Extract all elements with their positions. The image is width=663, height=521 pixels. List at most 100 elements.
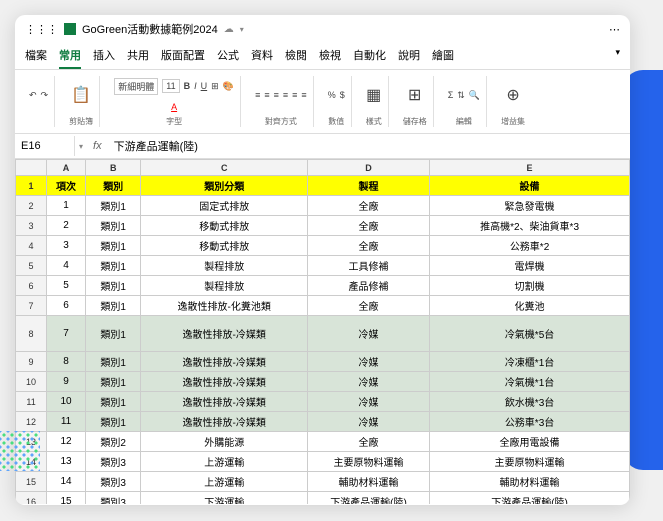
menu-insert[interactable]: 插入 bbox=[93, 43, 115, 69]
cell[interactable]: 5 bbox=[47, 276, 86, 296]
cell[interactable]: 全廠 bbox=[307, 236, 429, 256]
col-header-a[interactable]: A bbox=[47, 160, 86, 176]
cell[interactable]: 化糞池 bbox=[430, 296, 630, 316]
cells-icon[interactable]: ⊞ bbox=[408, 85, 421, 105]
cell[interactable]: 項次 bbox=[47, 176, 86, 196]
more-menu-icon[interactable]: ⋯ bbox=[609, 23, 620, 36]
cell[interactable]: 冷氣機*1台 bbox=[430, 372, 630, 392]
undo-icon[interactable]: ↶ bbox=[29, 90, 37, 101]
row-header[interactable]: 12 bbox=[16, 412, 47, 432]
cell[interactable]: 類別1 bbox=[85, 352, 141, 372]
sort-icon[interactable]: ⇅ bbox=[457, 90, 465, 101]
cell[interactable]: 類別2 bbox=[85, 432, 141, 452]
row-header[interactable]: 11 bbox=[16, 392, 47, 412]
menu-draw[interactable]: 繪圖 bbox=[432, 43, 454, 69]
ribbon-toggle-icon[interactable]: ▾ bbox=[615, 43, 620, 69]
cell[interactable]: 產品修補 bbox=[307, 276, 429, 296]
cell[interactable]: 3 bbox=[47, 236, 86, 256]
cell[interactable]: 電焊機 bbox=[430, 256, 630, 276]
find-icon[interactable]: 🔍 bbox=[469, 90, 480, 101]
addins-icon[interactable]: ⊕ bbox=[506, 85, 519, 105]
cell[interactable]: 6 bbox=[47, 296, 86, 316]
cell[interactable]: 輔助材料運輸 bbox=[307, 472, 429, 492]
row-header[interactable]: 6 bbox=[16, 276, 47, 296]
cell[interactable]: 類別1 bbox=[85, 412, 141, 432]
cell[interactable]: 冷媒 bbox=[307, 412, 429, 432]
cell[interactable]: 主要原物料運輸 bbox=[430, 452, 630, 472]
cell[interactable]: 類別1 bbox=[85, 236, 141, 256]
sum-icon[interactable]: Σ bbox=[448, 90, 454, 100]
cell[interactable]: 類別3 bbox=[85, 452, 141, 472]
row-header[interactable]: 8 bbox=[16, 316, 47, 352]
cell[interactable]: 類別1 bbox=[85, 296, 141, 316]
cell[interactable]: 製程排放 bbox=[141, 256, 308, 276]
cell[interactable]: 逸散性排放-冷媒類 bbox=[141, 352, 308, 372]
menu-help[interactable]: 說明 bbox=[398, 43, 420, 69]
menu-formula[interactable]: 公式 bbox=[217, 43, 239, 69]
currency-icon[interactable]: $ bbox=[340, 90, 345, 100]
menu-data[interactable]: 資料 bbox=[251, 43, 273, 69]
menu-home[interactable]: 常用 bbox=[59, 43, 81, 69]
cloud-icon[interactable]: ☁ bbox=[224, 24, 234, 35]
dropdown-icon[interactable]: ▾ bbox=[240, 25, 244, 34]
cell[interactable]: 類別3 bbox=[85, 472, 141, 492]
dropdown-icon[interactable]: ▾ bbox=[75, 142, 87, 151]
cell[interactable]: 類別1 bbox=[85, 276, 141, 296]
cell[interactable]: 冷氣機*5台 bbox=[430, 316, 630, 352]
fx-icon[interactable]: fx bbox=[87, 136, 108, 156]
border-icon[interactable]: ⊞ bbox=[211, 81, 219, 92]
cell[interactable]: 全廠 bbox=[307, 296, 429, 316]
filename[interactable]: GoGreen活動數據範例2024 bbox=[82, 21, 218, 37]
cell[interactable]: 外購能源 bbox=[141, 432, 308, 452]
cell[interactable]: 冷媒 bbox=[307, 372, 429, 392]
cell[interactable]: 緊急發電機 bbox=[430, 196, 630, 216]
cell[interactable]: 13 bbox=[47, 452, 86, 472]
cell[interactable]: 類別 bbox=[85, 176, 141, 196]
cell[interactable]: 移動式排放 bbox=[141, 236, 308, 256]
name-box[interactable]: E16 bbox=[15, 136, 75, 156]
row-header[interactable]: 7 bbox=[16, 296, 47, 316]
menu-automate[interactable]: 自動化 bbox=[353, 43, 386, 69]
cell[interactable]: 12 bbox=[47, 432, 86, 452]
row-header[interactable]: 2 bbox=[16, 196, 47, 216]
cell[interactable]: 類別1 bbox=[85, 392, 141, 412]
cell[interactable]: 10 bbox=[47, 392, 86, 412]
redo-icon[interactable]: ↷ bbox=[41, 90, 49, 101]
cell[interactable]: 製程排放 bbox=[141, 276, 308, 296]
cell[interactable]: 冷媒 bbox=[307, 352, 429, 372]
cell[interactable]: 類別1 bbox=[85, 196, 141, 216]
align-center-icon[interactable]: ≡ bbox=[292, 90, 297, 100]
menu-layout[interactable]: 版面配置 bbox=[161, 43, 205, 69]
align-left-icon[interactable]: ≡ bbox=[283, 90, 288, 100]
align-right-icon[interactable]: ≡ bbox=[301, 90, 306, 100]
formula-input[interactable]: 下游產品運輸(陸) bbox=[108, 134, 630, 158]
align-top-icon[interactable]: ≡ bbox=[255, 90, 260, 100]
menu-share[interactable]: 共用 bbox=[127, 43, 149, 69]
cell[interactable]: 全廠 bbox=[307, 432, 429, 452]
cell[interactable]: 全廠 bbox=[307, 216, 429, 236]
row-header[interactable]: 1 bbox=[16, 176, 47, 196]
cell[interactable]: 逸散性排放-冷媒類 bbox=[141, 392, 308, 412]
cell[interactable]: 上游運輸 bbox=[141, 472, 308, 492]
cell[interactable]: 工具修補 bbox=[307, 256, 429, 276]
row-header[interactable]: 9 bbox=[16, 352, 47, 372]
cell[interactable]: 類別分類 bbox=[141, 176, 308, 196]
align-middle-icon[interactable]: ≡ bbox=[264, 90, 269, 100]
cell[interactable]: 14 bbox=[47, 472, 86, 492]
row-header[interactable]: 5 bbox=[16, 256, 47, 276]
row-header[interactable]: 10 bbox=[16, 372, 47, 392]
row-header[interactable]: 3 bbox=[16, 216, 47, 236]
paste-icon[interactable]: 📋 bbox=[71, 85, 91, 105]
cell[interactable]: 下游產品運輸(陸) bbox=[430, 492, 630, 505]
align-bottom-icon[interactable]: ≡ bbox=[274, 90, 279, 100]
cell[interactable]: 逸散性排放-冷媒類 bbox=[141, 412, 308, 432]
cell[interactable]: 類別3 bbox=[85, 492, 141, 505]
cell[interactable]: 類別1 bbox=[85, 256, 141, 276]
row-header[interactable]: 4 bbox=[16, 236, 47, 256]
cell[interactable]: 類別1 bbox=[85, 316, 141, 352]
select-all-cell[interactable] bbox=[16, 160, 47, 176]
spreadsheet[interactable]: A B C D E 1 項次 類別 類別分類 製程 設備 2 1 類別1 固定式… bbox=[15, 159, 630, 504]
cell[interactable]: 上游運輸 bbox=[141, 452, 308, 472]
bold-icon[interactable]: B bbox=[184, 81, 191, 91]
row-header[interactable]: 16 bbox=[16, 492, 47, 505]
